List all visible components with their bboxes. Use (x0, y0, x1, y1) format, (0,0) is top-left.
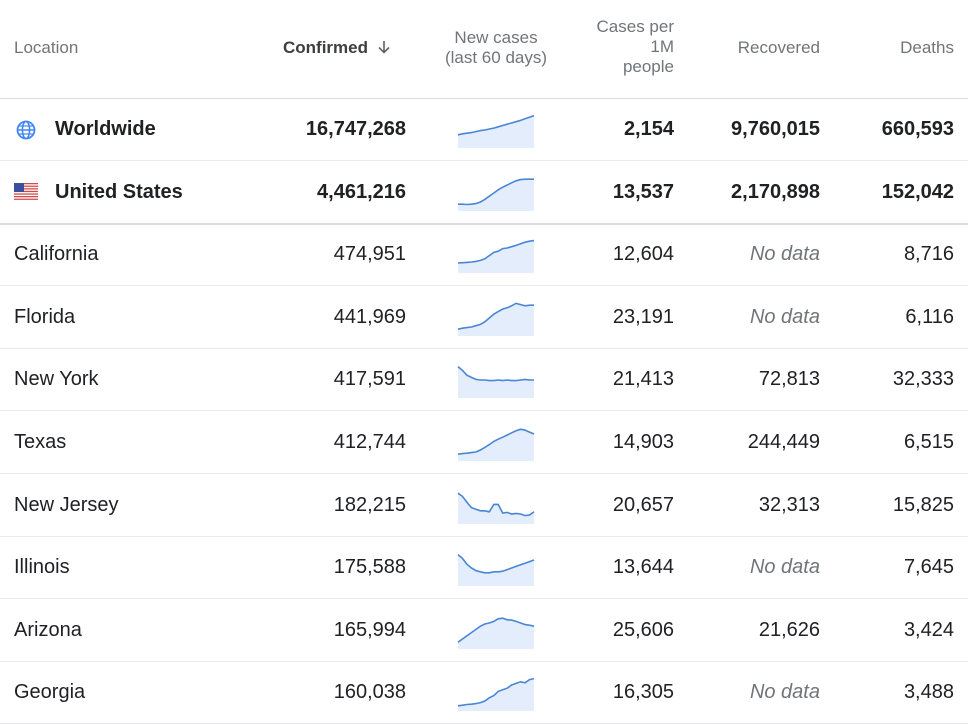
header-cases-per-line2: 1M (650, 37, 674, 56)
header-new-cases-line2: (last 60 days) (444, 48, 548, 67)
row-recovered: No data (749, 243, 820, 265)
row-location[interactable]: New Jersey (14, 474, 118, 536)
row-confirmed: 412,744 (333, 431, 406, 453)
table-row[interactable]: United States 4,461,216 13,537 2,170,898 152… (0, 161, 968, 225)
row-location[interactable]: New York (14, 348, 99, 410)
header-location[interactable]: Location (14, 38, 78, 58)
table-row[interactable]: Florida 441,969 23,191 No data 6,116 (0, 286, 968, 349)
row-cases-per-1m: 12,604 (612, 243, 674, 265)
row-deaths: 32,333 (892, 368, 954, 390)
sparkline-area (458, 429, 534, 461)
table-row[interactable]: New York 417,591 21,413 72,813 32,333 (0, 348, 968, 411)
table-row[interactable]: Texas 412,744 14,903 244,449 6,515 (0, 411, 968, 474)
row-location[interactable]: Florida (14, 286, 75, 348)
us-flag-icon (14, 183, 38, 201)
row-cases-per-1m: 21,413 (612, 368, 674, 390)
row-recovered: No data (749, 681, 820, 703)
sparkline-area (458, 179, 534, 211)
row-recovered: 9,760,015 (731, 118, 820, 140)
globe-icon (16, 120, 36, 140)
row-cases-per-1m: 25,606 (612, 619, 674, 641)
row-deaths: 6,116 (905, 306, 954, 328)
table-row[interactable]: Georgia 160,038 16,305 No data 3,488 (0, 661, 968, 724)
sparkline-area (458, 493, 534, 524)
row-confirmed: 182,215 (333, 494, 406, 516)
row-deaths: 7,645 (903, 556, 954, 578)
new-cases-sparkline (457, 302, 534, 336)
new-cases-sparkline (457, 239, 535, 273)
row-confirmed: 474,951 (333, 243, 406, 265)
header-confirmed-label: Confirmed (283, 38, 368, 57)
row-deaths: 3,488 (903, 681, 954, 703)
new-cases-sparkline (457, 492, 535, 524)
sparkline-area (458, 240, 534, 273)
row-cases-per-1m: 16,305 (612, 681, 674, 703)
new-cases-sparkline (457, 114, 535, 148)
row-confirmed: 165,994 (333, 619, 406, 641)
sparkline-area (458, 303, 534, 336)
row-cases-per-1m: 20,657 (612, 494, 674, 516)
row-deaths: 15,825 (892, 494, 954, 516)
header-new-cases-line1: New cases (454, 28, 538, 47)
row-cases-per-1m: 2,154 (623, 118, 674, 140)
row-location[interactable]: Georgia (14, 661, 85, 723)
header-confirmed[interactable]: Confirmed (283, 38, 392, 58)
row-recovered: 72,813 (758, 368, 820, 390)
row-confirmed: 160,038 (333, 681, 406, 703)
header-new-cases[interactable]: New cases (last 60 days) (428, 28, 564, 68)
row-deaths: 152,042 (881, 181, 954, 203)
row-deaths: 6,515 (903, 431, 954, 453)
sparkline-area (458, 678, 534, 711)
header-recovered[interactable]: Recovered (738, 38, 820, 58)
header-cases-per-line1: Cases per (596, 17, 674, 36)
row-cases-per-1m: 23,191 (612, 306, 674, 328)
row-confirmed: 16,747,268 (305, 118, 406, 140)
sparkline-area (458, 554, 534, 586)
header-cases-per-line3: people (622, 57, 674, 76)
row-location[interactable]: Arizona (14, 599, 82, 661)
row-recovered: 21,626 (758, 619, 820, 641)
table-row[interactable]: California 474,951 12,604 No data 8,716 (0, 223, 968, 286)
header-deaths[interactable]: Deaths (900, 38, 954, 58)
new-cases-sparkline (457, 617, 535, 649)
table-row[interactable]: New Jersey 182,215 20,657 32,313 15,825 (0, 474, 968, 537)
row-recovered: No data (749, 556, 820, 578)
row-cases-per-1m: 14,903 (612, 431, 674, 453)
row-deaths: 3,424 (903, 619, 954, 641)
table-header: Location Confirmed New cases (last 60 da… (0, 0, 968, 99)
row-location[interactable]: Illinois (14, 536, 70, 598)
row-confirmed: 175,588 (333, 556, 406, 578)
new-cases-sparkline (457, 677, 535, 711)
new-cases-sparkline (457, 428, 535, 461)
row-deaths: 8,716 (903, 243, 954, 265)
row-deaths: 660,593 (881, 118, 954, 140)
header-cases-per-1m[interactable]: Cases per 1M people (597, 17, 674, 77)
row-location[interactable]: Texas (14, 411, 66, 473)
row-location[interactable]: United States (55, 161, 183, 223)
sort-descending-icon (378, 41, 390, 54)
row-confirmed: 4,461,216 (317, 181, 406, 203)
row-confirmed: 441,969 (333, 306, 406, 328)
new-cases-sparkline (458, 178, 534, 211)
row-cases-per-1m: 13,644 (612, 556, 674, 578)
row-location[interactable]: Worldwide (55, 98, 156, 160)
new-cases-sparkline (457, 553, 535, 586)
sparkline-area (458, 366, 534, 398)
row-confirmed: 417,591 (333, 368, 406, 390)
row-recovered: No data (749, 306, 820, 328)
table-row[interactable]: Arizona 165,994 25,606 21,626 3,424 (0, 599, 968, 662)
row-recovered: 32,313 (758, 494, 820, 516)
row-recovered: 2,170,898 (731, 181, 820, 203)
row-recovered: 244,449 (747, 431, 820, 453)
table-row[interactable]: Worldwide 16,747,268 2,154 9,760,015 660,593 (0, 98, 968, 161)
new-cases-sparkline (457, 365, 534, 398)
row-location[interactable]: California (14, 223, 98, 285)
table-row[interactable]: Illinois 175,588 13,644 No data 7,645 (0, 536, 968, 599)
row-cases-per-1m: 13,537 (612, 181, 674, 203)
